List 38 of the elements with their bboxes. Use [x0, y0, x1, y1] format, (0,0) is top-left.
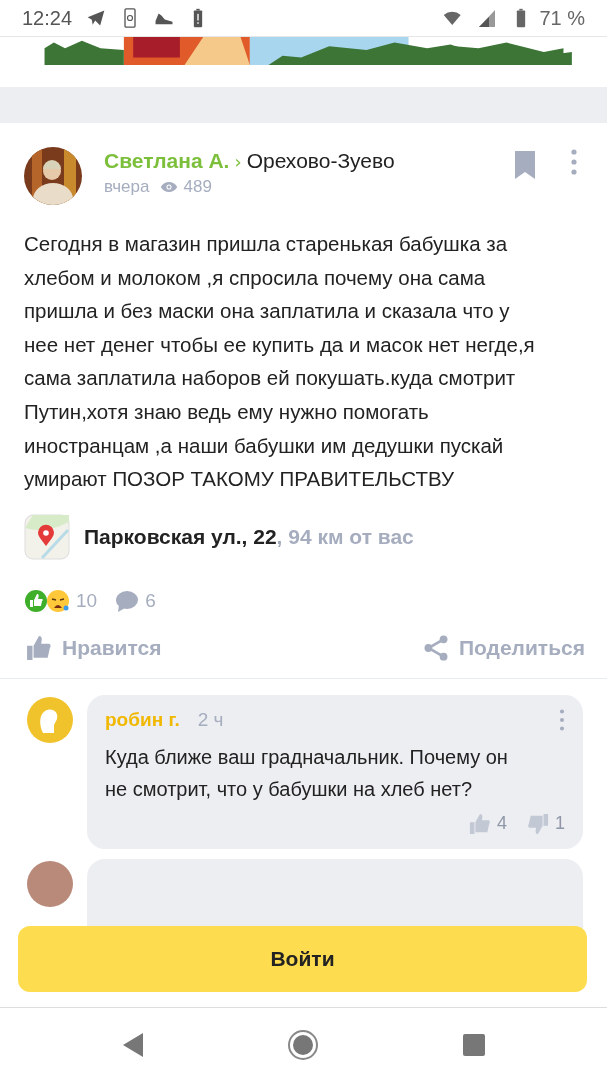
like-button[interactable]: Нравится: [26, 629, 162, 666]
avatar-icon: [27, 696, 73, 743]
address-text: Парковская ул., 22: [84, 524, 277, 548]
share-button[interactable]: Поделиться: [422, 629, 585, 666]
map-pin-icon: [24, 513, 70, 560]
view-count: 489: [183, 177, 212, 197]
post-text: Сегодня в магазин пришла старенькая бабушка за хлебом и молоком ,я спросила почему она сама пришла и без маски она заплатила и сказала что у нее нет денег чтобы ее купить да и масок нет негде,я сама заплатила наборов ей покушать.куда смотрит Путин,хотя знаю ведь ему нужно помогать иностранцам ,а наши бабушки им дедушки пускай умирают ПОЗОР ТАКОМУ ПРАВИТЕЛЬСТВУ: [24, 231, 536, 493]
thumbs-up-icon: [26, 634, 52, 661]
comment-time: 2 ч: [197, 708, 225, 731]
battery-level: 71 %: [539, 6, 585, 30]
login-button[interactable]: Войти: [18, 926, 587, 992]
eye-icon: [159, 181, 178, 193]
status-time: 12:24: [22, 6, 73, 30]
bookmark-icon[interactable]: [515, 151, 535, 179]
comment-author[interactable]: робин г.: [105, 708, 180, 731]
distance-text: , 94 км от вас: [276, 524, 414, 548]
more-icon[interactable]: [559, 708, 565, 731]
thumbs-down-icon[interactable]: [527, 812, 549, 835]
back-icon[interactable]: [121, 1030, 146, 1059]
reaction-count: 10: [76, 589, 98, 612]
avatar-icon: [27, 860, 73, 907]
home-icon[interactable]: [287, 1028, 320, 1061]
thumbs-up-icon[interactable]: [468, 812, 491, 835]
comment-text: Куда ближе ваш градначальник. Почему он не смотрит, что у бабушки на хлеб нет?: [105, 744, 509, 802]
comment-count: 6: [145, 589, 156, 612]
like-count: 4: [496, 813, 507, 835]
paper-plane-icon: [86, 8, 107, 28]
location-link[interactable]: Орехово-Зуево: [246, 149, 395, 173]
signal-icon: [477, 8, 498, 28]
chevron-separator: ›: [234, 151, 242, 172]
thumbs-up-icon: [24, 588, 48, 613]
more-icon[interactable]: [571, 149, 577, 175]
comment-icon: [115, 588, 140, 613]
dislike-count: 1: [555, 813, 565, 835]
share-icon: [422, 634, 449, 661]
post-time: вчера: [104, 177, 150, 197]
author-link[interactable]: Светлана А.: [104, 149, 230, 173]
sad-face-icon: [46, 588, 70, 613]
